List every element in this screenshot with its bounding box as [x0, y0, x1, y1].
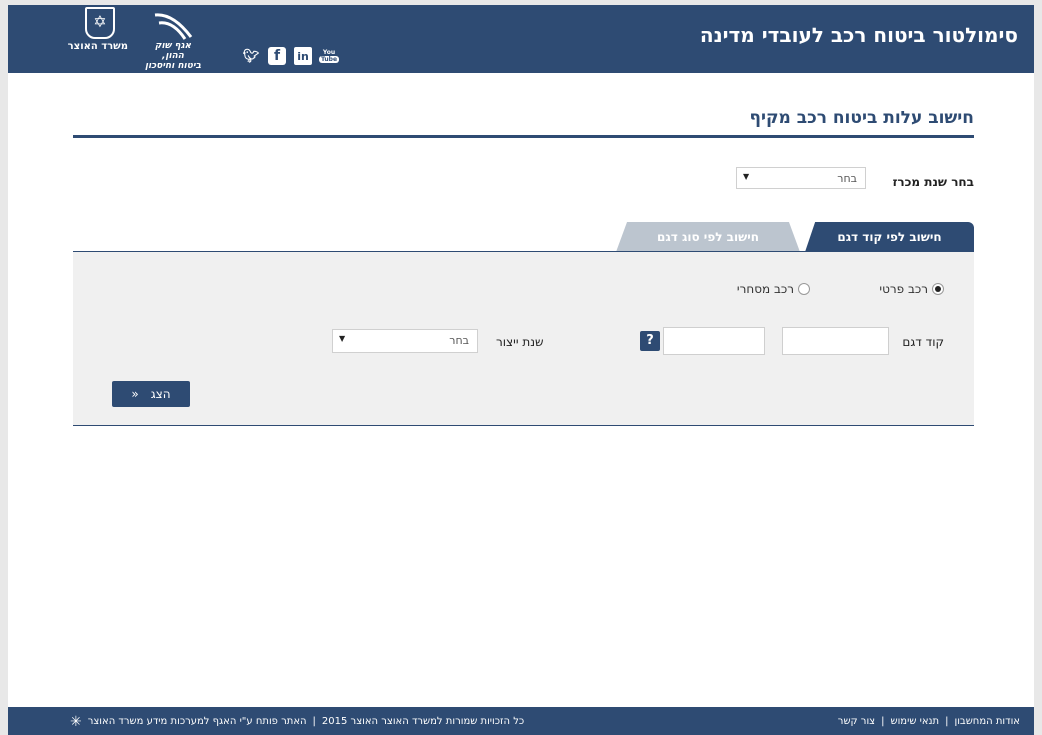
- tender-year-select[interactable]: בחר ▼: [736, 167, 866, 189]
- menorah-emblem-icon: [85, 7, 115, 39]
- chevron-down-icon: ▼: [339, 334, 346, 343]
- production-year-label: שנת ייצור: [496, 335, 544, 349]
- footer-copyright: כל הזכויות שמורות למשרד האוצר האוצר 2015: [321, 716, 525, 727]
- footer-link-terms[interactable]: תנאי שימוש: [890, 716, 939, 727]
- double-chevron-left-icon: «: [131, 387, 139, 401]
- radio-commercial-label: רכב מסחרי: [736, 282, 794, 296]
- chevron-down-icon: ▼: [743, 172, 750, 181]
- agaf-logo-line2: ביטוח וחיסכון: [145, 61, 201, 71]
- social-links: 🐦︎ f in You Tube: [242, 46, 340, 66]
- footer-separator: |: [312, 716, 316, 727]
- footer-link-contact[interactable]: צור קשר: [838, 716, 875, 727]
- footer-separator: |: [881, 716, 885, 727]
- model-code-label: קוד דגם: [902, 335, 944, 349]
- tab-by-model-code[interactable]: חישוב לפי קוד דגם: [805, 222, 974, 252]
- show-button-label: הצג: [150, 387, 171, 401]
- developer-logo-icon: ✳: [70, 713, 82, 730]
- show-button[interactable]: הצג «: [112, 381, 190, 407]
- youtube-icon-bottom: Tube: [318, 56, 340, 63]
- youtube-icon-top: You: [322, 49, 336, 56]
- model-code-field-1[interactable]: [782, 327, 889, 355]
- ministry-logo-caption: משרד האוצר: [67, 41, 128, 52]
- radio-private-label: רכב פרטי: [879, 282, 928, 296]
- heading-divider: [73, 135, 974, 138]
- site-title: סימולטור ביטוח רכב לעובדי מדינה: [699, 23, 1018, 47]
- footer-credits: כל הזכויות שמורות למשרד האוצר האוצר 2015…: [70, 713, 525, 730]
- production-year-select-value: בחר: [449, 334, 469, 347]
- facebook-icon[interactable]: f: [268, 47, 286, 65]
- site-header: משרד האוצר אגף שוק ההון, ביטוח וחיסכון 🐦…: [8, 5, 1034, 73]
- page-frame: משרד האוצר אגף שוק ההון, ביטוח וחיסכון 🐦…: [8, 5, 1034, 735]
- site-footer: אודות המחשבון | תנאי שימוש | צור קשר כל …: [8, 707, 1034, 735]
- agaf-logo-line1: אגף שוק ההון,: [154, 41, 192, 61]
- agaf-logo[interactable]: אגף שוק ההון, ביטוח וחיסכון: [144, 11, 202, 71]
- ministry-logo[interactable]: משרד האוצר: [67, 7, 128, 69]
- linkedin-icon[interactable]: in: [294, 47, 312, 65]
- tender-year-select-value: בחר: [837, 172, 857, 185]
- radio-private-car[interactable]: רכב פרטי: [879, 282, 944, 296]
- footer-links: אודות המחשבון | תנאי שימוש | צור קשר: [838, 716, 1020, 727]
- footer-developed-by[interactable]: האתר פותח ע"י האגף למערכות מידע משרד האו…: [88, 716, 307, 727]
- footer-link-about[interactable]: אודות המחשבון: [954, 716, 1020, 727]
- tab-by-model-type[interactable]: חישוב לפי סוג דגם: [616, 222, 800, 252]
- radio-commercial-car[interactable]: רכב מסחרי: [737, 282, 810, 296]
- page-title: חישוב עלות ביטוח רכב מקיף: [749, 108, 974, 128]
- tender-year-label: בחר שנת מכרז: [892, 175, 974, 189]
- youtube-icon[interactable]: You Tube: [318, 47, 340, 65]
- production-year-select[interactable]: בחר ▼: [332, 329, 478, 353]
- agaf-swoosh-icon: [154, 13, 193, 40]
- radio-commercial-indicator[interactable]: [798, 283, 810, 295]
- model-code-field-2[interactable]: [663, 327, 765, 355]
- twitter-icon[interactable]: 🐦︎: [242, 47, 260, 65]
- footer-separator: |: [945, 716, 949, 727]
- radio-private-indicator[interactable]: [932, 283, 944, 295]
- help-button[interactable]: ?: [640, 331, 660, 351]
